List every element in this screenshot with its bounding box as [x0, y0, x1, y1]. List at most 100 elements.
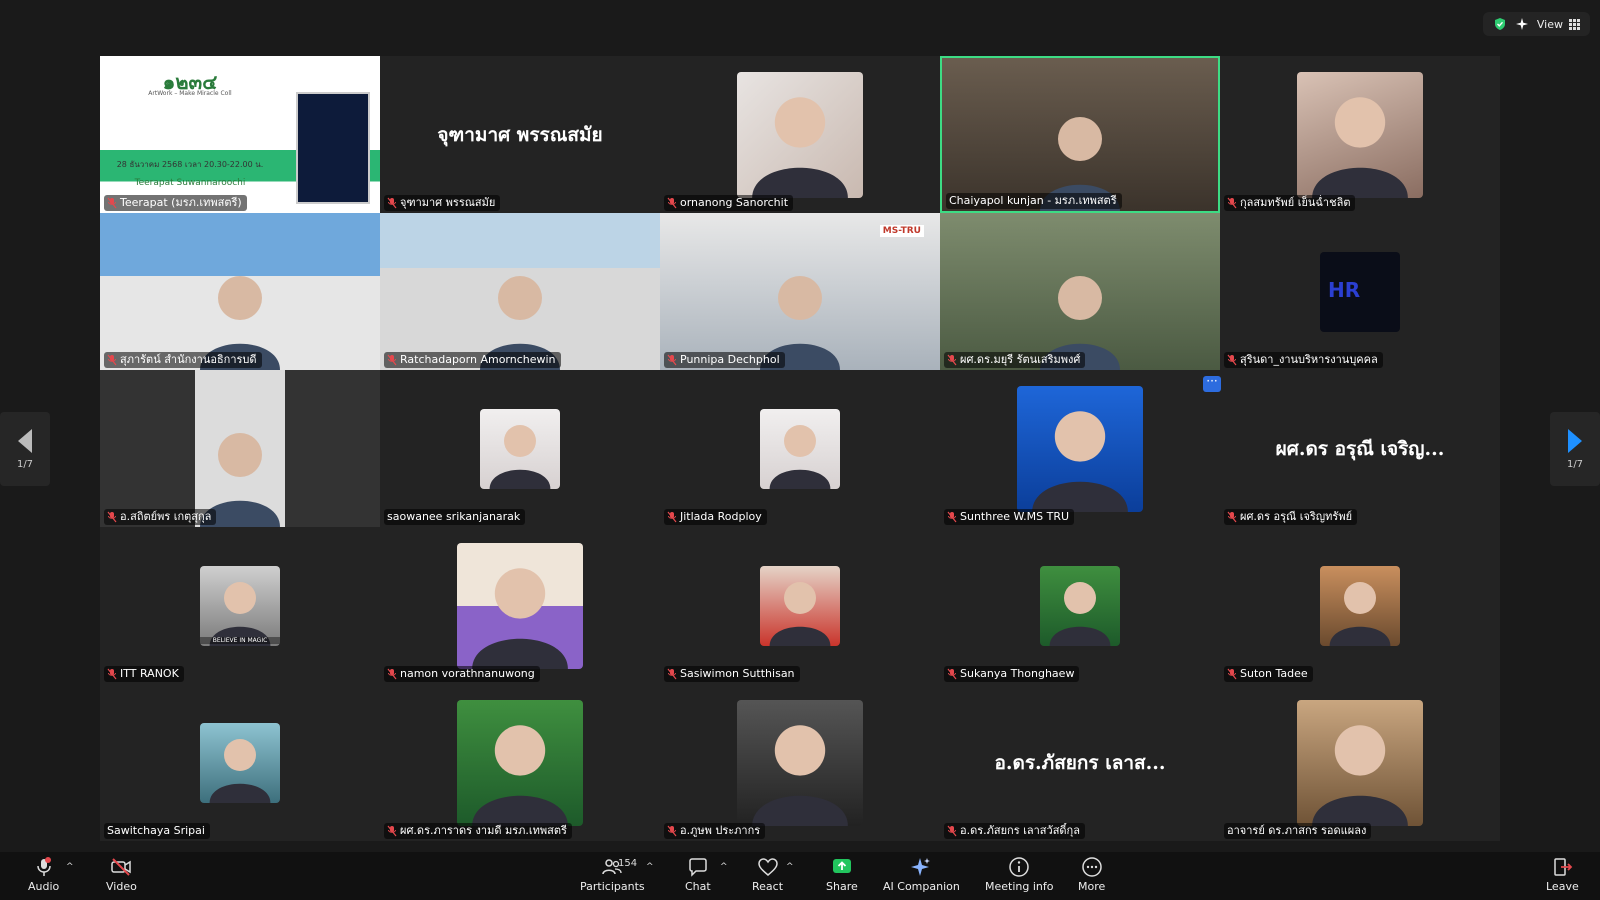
participant-name: กุลสมทรัพย์ เย็นฉ่ำชลิต	[1240, 196, 1351, 209]
participant-tile[interactable]: Sasiwimon Sutthisan	[660, 527, 940, 684]
participant-tile[interactable]: ๑๒๓๔ ArtWork – Make Miracle Coll คำสุดท้าย…	[100, 56, 380, 213]
participant-avatar	[457, 699, 583, 826]
participant-name-tag: กุลสมทรัพย์ เย็นฉ่ำชลิต	[1224, 195, 1356, 211]
video-label: Video	[106, 880, 137, 893]
mic-muted-icon	[107, 511, 117, 523]
participants-label: Participants	[580, 880, 645, 893]
participant-video	[940, 213, 1220, 370]
participant-tile[interactable]: Sunthree W.MS TRU	[940, 370, 1220, 527]
mic-muted-icon	[947, 825, 957, 837]
participant-name-tag: namon vorathnanuwong	[384, 666, 540, 682]
participant-avatar	[1017, 385, 1143, 512]
chat-options-caret[interactable]: ^	[720, 862, 728, 872]
participant-tile[interactable]: อ.ดร.ภัสยกร เลาส... อ.ดร.ภัสยกร เลาสวัสดิ…	[940, 684, 1220, 841]
video-button[interactable]: Video	[106, 856, 137, 893]
shield-icon[interactable]	[1493, 17, 1507, 31]
participant-tile[interactable]: Sukanya Thonghaew	[940, 527, 1220, 684]
participant-tile[interactable]: Ratchadaporn Amornchewin	[380, 213, 660, 370]
participant-video: MS-TRU	[660, 213, 940, 370]
view-button[interactable]: View	[1537, 18, 1580, 31]
poster-date: 28 ธันวาคม 2568 เวลา 20.30-22.00 น.	[116, 160, 264, 169]
tile-options-button[interactable]: ···	[1203, 375, 1221, 392]
participant-name: saowanee srikanjanarak	[387, 510, 521, 523]
share-button[interactable]: Share	[826, 856, 858, 893]
mic-muted-icon	[107, 197, 117, 209]
participant-name: อ.ภูษพ ประภากร	[680, 824, 761, 837]
participant-tile[interactable]: Suton Tadee	[1220, 527, 1500, 684]
participant-name: Teerapat (มรภ.เทพสตรี)	[120, 196, 242, 209]
audio-button[interactable]: Audio	[28, 856, 59, 893]
mic-muted-icon	[667, 668, 677, 680]
participant-tile[interactable]: Sawitchaya Sripai	[100, 684, 380, 841]
meeting-info-button[interactable]: Meeting info	[985, 856, 1053, 893]
next-page-button[interactable]: 1/7	[1550, 412, 1600, 486]
more-button[interactable]: More	[1078, 856, 1105, 893]
participant-name: จุฑามาศ พรรณสมัย	[400, 196, 496, 209]
participant-tile[interactable]: จุฑามาศ พรรณสมัย จุฑามาศ พรรณสมัย	[380, 56, 660, 213]
leave-button[interactable]: Leave	[1546, 856, 1579, 893]
participant-tile[interactable]: อ.สถิตย์พร เกตุสุกุล	[100, 370, 380, 527]
participant-tile[interactable]: อ.ภูษพ ประภากร	[660, 684, 940, 841]
participant-tile[interactable]: namon vorathnanuwong	[380, 527, 660, 684]
microphone-muted-icon	[36, 857, 51, 876]
participant-name: สุภารัตน์ สำนักงานอธิการบดี	[120, 353, 257, 366]
participant-avatar	[480, 408, 560, 489]
participant-name-tag: Chaiyapol kunjan - มรภ.เทพสตรี	[946, 193, 1122, 209]
audio-options-caret[interactable]: ^	[66, 862, 74, 872]
participant-display-name: อ.ดร.ภัสยกร เลาส...	[994, 751, 1166, 774]
participant-tile[interactable]: สุภารัตน์ สำนักงานอธิการบดี	[100, 213, 380, 370]
page-indicator-left: 1/7	[16, 458, 34, 470]
poster-title: คำสุดท้าย by ตักศิลา	[134, 120, 246, 134]
sparkle-icon[interactable]	[1515, 17, 1529, 31]
participant-tile[interactable]: BELIEVE IN MAGIC ITT RANOK	[100, 527, 380, 684]
participant-video	[942, 58, 1218, 211]
participant-avatar	[1297, 699, 1423, 826]
hr-logo: HR	[1328, 277, 1361, 302]
participant-tile[interactable]: ผศ.ดร.มยุรี รัตนเสริมพงศ์	[940, 213, 1220, 370]
participant-name-tag: จุฑามาศ พรรณสมัย	[384, 195, 501, 211]
info-icon	[1009, 857, 1029, 877]
ai-companion-button[interactable]: AI Companion	[883, 856, 960, 893]
participant-name-tag: Jitlada Rodploy	[664, 509, 767, 525]
participants-count: 154	[618, 858, 638, 869]
participant-tile[interactable]: ornanong Sanorchit	[660, 56, 940, 213]
participant-name: อ.ดร.ภัสยกร เลาสวัสดิ์กุล	[960, 824, 1080, 837]
participant-tile[interactable]: HR สุรินดา_งานบริหารงานบุคคล	[1220, 213, 1500, 370]
participant-name: Suton Tadee	[1240, 667, 1308, 680]
participant-tile[interactable]: กุลสมทรัพย์ เย็นฉ่ำชลิต	[1220, 56, 1500, 213]
participant-name: ornanong Sanorchit	[680, 196, 789, 209]
chat-label: Chat	[685, 880, 711, 893]
participant-tile[interactable]: MS-TRU Punnipa Dechphol	[660, 213, 940, 370]
mic-muted-icon	[667, 825, 677, 837]
participant-tile[interactable]: อาจารย์ ดร.ภาสกร รอดแผลง	[1220, 684, 1500, 841]
ai-sparkle-icon	[911, 858, 931, 876]
participant-tile[interactable]: Chaiyapol kunjan - มรภ.เทพสตรี	[940, 56, 1220, 213]
top-bar: View	[1482, 12, 1590, 36]
react-options-caret[interactable]: ^	[786, 862, 794, 872]
participant-name-tag: ITT RANOK	[104, 666, 184, 682]
participant-name-tag: สุภารัตน์ สำนักงานอธิการบดี	[104, 352, 262, 368]
participant-name: Chaiyapol kunjan - มรภ.เทพสตรี	[949, 194, 1117, 207]
participant-name-tag: Punnipa Dechphol	[664, 352, 785, 368]
participant-tile[interactable]: ผศ.ดร.ภาราดร งามดี มรภ.เทพสตรี	[380, 684, 660, 841]
previous-page-button[interactable]: 1/7	[0, 412, 50, 486]
poster-tagline: ArtWork – Make Miracle Coll	[148, 90, 232, 97]
participant-name-tag: ผศ.ดร.มยุรี รัตนเสริมพงศ์	[944, 352, 1086, 368]
participant-name: ITT RANOK	[120, 667, 179, 680]
mic-muted-icon	[1227, 354, 1237, 366]
mic-muted-icon	[387, 354, 397, 366]
participant-name: Sukanya Thonghaew	[960, 667, 1075, 680]
participant-tile[interactable]: ผศ.ดร อรุณี เจริญ... ผศ.ดร อรุณี เจริญทรั…	[1220, 370, 1500, 527]
participant-name-tag: saowanee srikanjanarak	[384, 509, 526, 525]
participant-name-tag: Sunthree W.MS TRU	[944, 509, 1075, 525]
participant-name-tag: Teerapat (มรภ.เทพสตรี)	[104, 195, 247, 211]
mic-muted-icon	[1227, 197, 1237, 209]
participants-options-caret[interactable]: ^	[646, 862, 654, 872]
react-button[interactable]: React	[752, 856, 783, 893]
participant-tile[interactable]: Jitlada Rodploy	[660, 370, 940, 527]
mic-muted-icon	[947, 511, 957, 523]
participant-name: Sawitchaya Sripai	[107, 824, 205, 837]
participant-tile[interactable]: saowanee srikanjanarak	[380, 370, 660, 527]
participant-name: ผศ.ดร.ภาราดร งามดี มรภ.เทพสตรี	[400, 824, 567, 837]
chat-button[interactable]: Chat	[685, 856, 711, 893]
